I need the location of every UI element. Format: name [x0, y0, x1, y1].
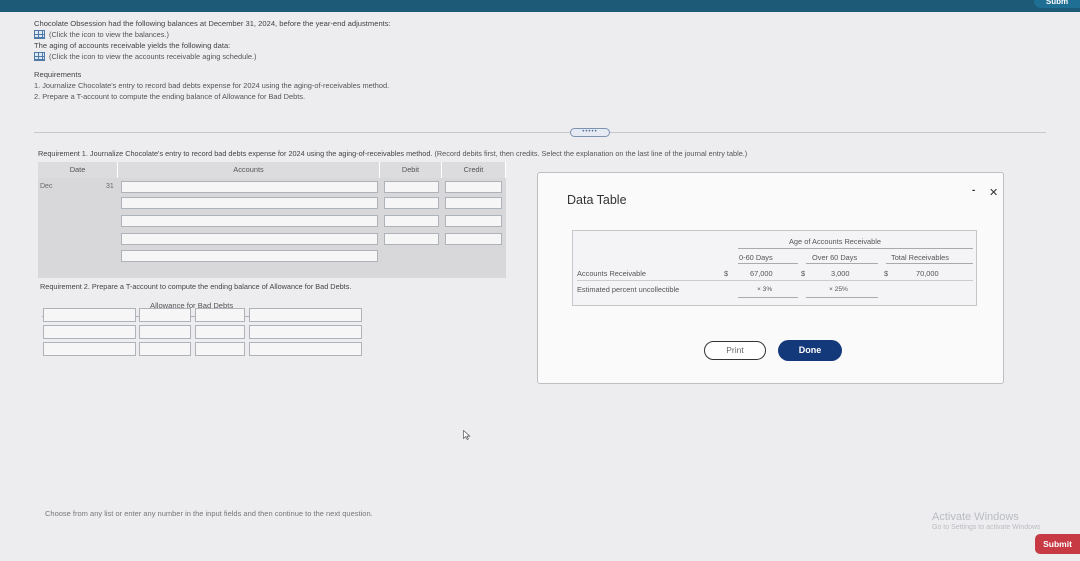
- date-header: Date: [38, 162, 118, 178]
- aging-schedule-link[interactable]: (Click the icon to view the accounts rec…: [34, 51, 734, 62]
- journal-entry-table: Date Accounts Debit Credit Dec 31: [38, 162, 506, 278]
- requirement-item-1: 1. Journalize Chocolate's entry to recor…: [34, 81, 390, 90]
- top-bar: Subm: [0, 0, 1080, 12]
- ar-0-60-value: 67,000: [750, 269, 773, 278]
- watermark-line-1: Activate Windows: [932, 511, 1019, 523]
- t-account-left-amount-input[interactable]: [139, 308, 191, 322]
- main-panel: Chocolate Obsession had the following ba…: [0, 12, 1080, 561]
- column-rule: [886, 263, 973, 264]
- balances-link[interactable]: (Click the icon to view the balances.): [34, 29, 734, 40]
- column-header-0-60: 0-60 Days: [739, 253, 773, 262]
- row-label-ar: Accounts Receivable: [577, 269, 647, 278]
- group-header-rule: [738, 248, 973, 249]
- t-account-left-label-input[interactable]: [43, 342, 136, 356]
- t-account-right-amount-input[interactable]: [195, 308, 245, 322]
- requirement-1-text: Requirement 1. Journalize Chocolate's en…: [38, 149, 433, 158]
- journal-row: [38, 233, 506, 247]
- account-select[interactable]: [121, 181, 378, 193]
- percent-0-60-value: × 3%: [757, 286, 773, 293]
- t-account-right-amount-input[interactable]: [195, 342, 245, 356]
- minimize-button[interactable]: -: [972, 185, 975, 196]
- requirement-2-label: Requirement 2. Prepare a T-account to co…: [40, 282, 352, 291]
- intro-line-1: Chocolate Obsession had the following ba…: [34, 19, 391, 28]
- t-account-right-label-input[interactable]: [249, 308, 362, 322]
- table-icon[interactable]: [34, 30, 45, 39]
- debit-input[interactable]: [384, 181, 439, 193]
- column-rule: [738, 297, 798, 298]
- watermark-line-2: Go to Settings to activate Windows: [932, 524, 1041, 531]
- balances-link-text[interactable]: (Click the icon to view the balances.): [49, 29, 169, 40]
- t-account-left-amount-input[interactable]: [139, 325, 191, 339]
- submit-top-button[interactable]: Subm: [1034, 0, 1080, 8]
- t-account-left-amount-input[interactable]: [139, 342, 191, 356]
- credit-header: Credit: [442, 162, 506, 178]
- problem-intro: Chocolate Obsession had the following ba…: [34, 18, 734, 102]
- column-rule: [806, 297, 878, 298]
- divider-handle[interactable]: •••••: [570, 128, 610, 137]
- debit-input[interactable]: [384, 233, 439, 245]
- requirements-heading: Requirements: [34, 70, 82, 79]
- t-account-left-label-input[interactable]: [43, 325, 136, 339]
- t-account-right-label-input[interactable]: [249, 325, 362, 339]
- table-icon[interactable]: [34, 52, 45, 61]
- credit-input[interactable]: [445, 215, 502, 227]
- submit-button[interactable]: Submit: [1035, 534, 1080, 554]
- column-header-over-60: Over 60 Days: [812, 253, 858, 262]
- section-divider: [34, 132, 1046, 133]
- row-label-percent: Estimated percent uncollectible: [577, 285, 680, 294]
- close-button[interactable]: ✕: [989, 186, 998, 199]
- explanation-input[interactable]: [121, 250, 378, 262]
- group-header: Age of Accounts Receivable: [789, 237, 882, 246]
- account-select[interactable]: [121, 215, 378, 227]
- currency-symbol: $: [724, 269, 729, 278]
- date-day: 31: [106, 183, 114, 190]
- account-select[interactable]: [121, 233, 378, 245]
- requirement-1-label: Requirement 1. Journalize Chocolate's en…: [38, 149, 747, 158]
- activate-windows-watermark: Activate Windows Go to Settings to activ…: [932, 511, 1041, 531]
- currency-symbol: $: [884, 269, 889, 278]
- ar-over-60-value: 3,000: [831, 269, 850, 278]
- column-rule: [738, 263, 798, 264]
- row-rule: [577, 280, 973, 281]
- journal-row: Dec 31: [38, 181, 506, 195]
- debit-input[interactable]: [384, 215, 439, 227]
- done-button[interactable]: Done: [778, 340, 842, 361]
- aging-data-table: Age of Accounts Receivable 0-60 Days Ove…: [572, 230, 977, 306]
- t-account-left-label-input[interactable]: [43, 308, 136, 322]
- journal-row: [38, 215, 506, 229]
- credit-input[interactable]: [445, 233, 502, 245]
- credit-input[interactable]: [445, 197, 502, 209]
- account-select[interactable]: [121, 197, 378, 209]
- intro-line-2: The aging of accounts receivable yields …: [34, 41, 231, 50]
- data-table-dialog: Data Table - ✕ Age of Accounts Receivabl…: [537, 172, 1004, 384]
- currency-symbol: $: [801, 269, 806, 278]
- column-rule: [806, 263, 878, 264]
- column-header-total: Total Receivables: [891, 253, 949, 262]
- dialog-title: Data Table: [567, 193, 627, 207]
- debit-header: Debit: [380, 162, 442, 178]
- instruction-text: Choose from any list or enter any number…: [45, 509, 373, 518]
- percent-over-60-value: × 25%: [829, 286, 848, 293]
- requirement-item-2: 2. Prepare a T-account to compute the en…: [34, 92, 306, 101]
- ar-total-value: 70,000: [916, 269, 939, 278]
- requirement-1-note: (Record debits first, then credits. Sele…: [434, 149, 748, 158]
- mouse-cursor-icon: [463, 430, 471, 440]
- t-account-right-label-input[interactable]: [249, 342, 362, 356]
- t-account-right-amount-input[interactable]: [195, 325, 245, 339]
- aging-schedule-link-text[interactable]: (Click the icon to view the accounts rec…: [49, 51, 256, 62]
- journal-header-row: Date Accounts Debit Credit: [38, 162, 506, 178]
- accounts-header: Accounts: [118, 162, 380, 178]
- credit-input[interactable]: [445, 181, 502, 193]
- journal-row: [38, 250, 506, 264]
- print-button[interactable]: Print: [704, 341, 766, 360]
- journal-body: Dec 31: [38, 178, 506, 278]
- debit-input[interactable]: [384, 197, 439, 209]
- journal-row: [38, 197, 506, 211]
